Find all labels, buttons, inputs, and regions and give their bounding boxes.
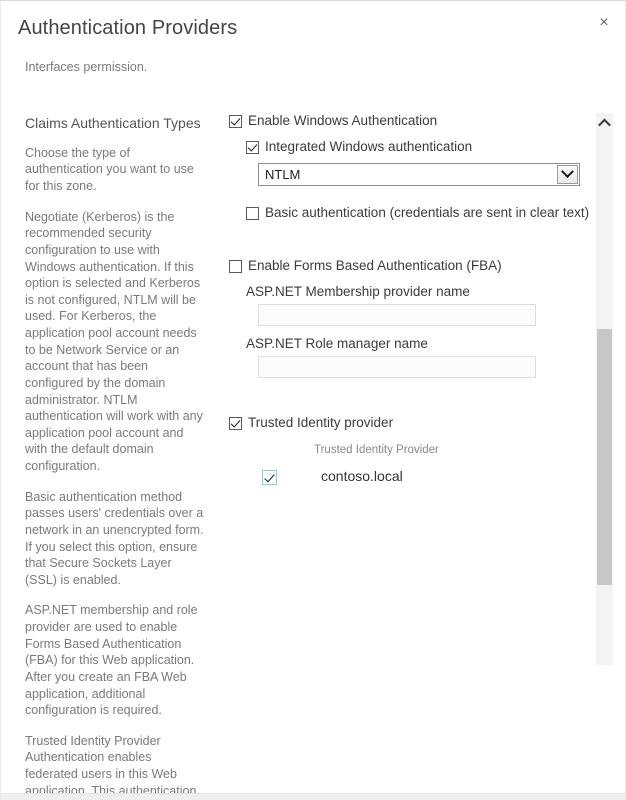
enable-fba-label[interactable]: Enable Forms Based Authentication (FBA) <box>248 258 502 274</box>
page-title: Authentication Providers <box>18 17 238 39</box>
description-panel: Interfaces permission. Claims Authentica… <box>25 51 205 800</box>
chevron-down-icon[interactable] <box>557 165 578 185</box>
integrated-auth-mode-value: NTLM <box>265 167 301 183</box>
trusted-identity-provider-row[interactable]: Trusted Identity provider <box>229 415 584 431</box>
scroll-up-arrow-icon[interactable] <box>596 113 613 133</box>
trusted-identity-provider-column-header: Trusted Identity Provider <box>314 443 439 456</box>
list-item[interactable]: contoso.local <box>262 468 584 485</box>
trusted-identity-provider-label[interactable]: Trusted Identity provider <box>248 415 393 431</box>
basic-authentication-checkbox[interactable] <box>246 207 259 221</box>
integrated-auth-mode-select[interactable]: NTLM <box>258 163 580 187</box>
enable-windows-authentication-label[interactable]: Enable Windows Authentication <box>248 113 437 129</box>
provider-contoso-label: contoso.local <box>321 468 403 485</box>
close-icon[interactable]: × <box>589 9 619 37</box>
enable-fba-checkbox[interactable] <box>229 259 242 273</box>
enable-fba-row[interactable]: Enable Forms Based Authentication (FBA) <box>229 258 584 274</box>
scrollbar-thumb[interactable] <box>597 329 612 585</box>
integrated-windows-authentication-row[interactable]: Integrated Windows authentication <box>246 139 584 155</box>
description-paragraph-5: Trusted Identity Provider Authentication… <box>25 733 197 798</box>
provider-contoso-checkbox[interactable] <box>262 469 277 485</box>
description-paragraph-2: Negotiate (Kerberos) is the recommended … <box>25 209 203 474</box>
dialog-body: Interfaces permission. Claims Authentica… <box>1 51 625 800</box>
integrated-windows-authentication-label[interactable]: Integrated Windows authentication <box>265 139 472 155</box>
enable-windows-authentication-row[interactable]: Enable Windows Authentication <box>229 113 584 129</box>
claims-authentication-types-heading: Claims Authentication Types <box>25 114 201 131</box>
vertical-scrollbar[interactable] <box>596 113 613 665</box>
basic-authentication-row[interactable]: Basic authentication (credentials are se… <box>246 205 589 221</box>
enable-windows-authentication-checkbox[interactable] <box>229 115 242 128</box>
role-manager-label: ASP.NET Role manager name <box>246 335 428 351</box>
integrated-windows-authentication-checkbox[interactable] <box>246 141 259 155</box>
interfaces-permission-text: Interfaces permission. <box>25 60 148 74</box>
role-manager-input[interactable] <box>258 355 536 378</box>
description-paragraph-4: ASP.NET membership and role provider are… <box>25 603 198 718</box>
membership-provider-label: ASP.NET Membership provider name <box>246 283 470 299</box>
form-panel: Enable Windows Authentication Integrated… <box>229 113 589 485</box>
description-paragraph-3: Basic authentication method passes users… <box>25 489 204 587</box>
trusted-identity-provider-checkbox[interactable] <box>229 416 242 430</box>
membership-provider-input[interactable] <box>258 303 536 326</box>
description-paragraph-1: Choose the type of authentication you wa… <box>25 145 194 194</box>
right-rail <box>617 1 625 800</box>
authentication-providers-dialog: Authentication Providers × Interfaces pe… <box>0 0 626 800</box>
bottom-divider <box>1 793 625 800</box>
basic-authentication-label[interactable]: Basic authentication (credentials are se… <box>265 205 589 221</box>
